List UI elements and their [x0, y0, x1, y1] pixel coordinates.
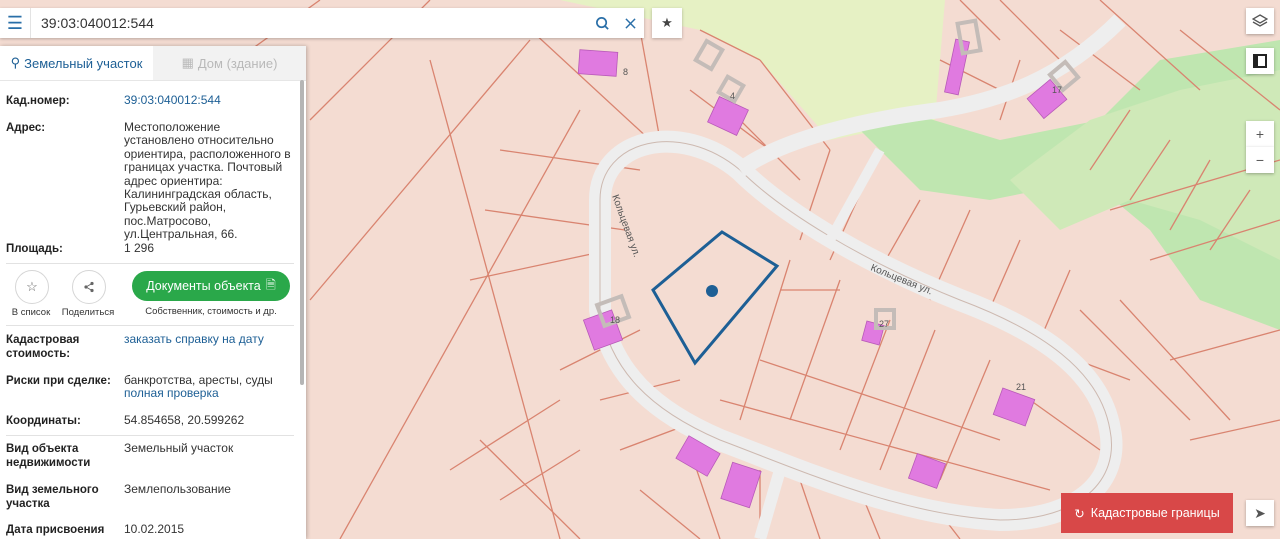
house-number: 8: [623, 67, 628, 77]
boundaries-toggle-icon[interactable]: [1246, 48, 1274, 74]
favorite-star-icon[interactable]: ★: [652, 8, 682, 38]
zoom-out-icon[interactable]: −: [1246, 147, 1274, 173]
land-plot-icon: ⚲: [10, 55, 21, 70]
house-number: 21: [1016, 382, 1026, 392]
to-list-label: В список: [11, 307, 51, 318]
panel-tabs: ⚲ Земельный участок ▦ Дом (здание): [0, 46, 306, 81]
panel-scrollbar[interactable]: [300, 80, 304, 385]
tab-land-plot[interactable]: ⚲ Земельный участок: [0, 46, 153, 80]
layers-icon[interactable]: [1246, 8, 1274, 34]
building-icon: ▦: [181, 55, 194, 70]
divider: [6, 263, 294, 264]
field-label: Вид земельного участка: [6, 484, 99, 510]
house-number: 18: [610, 315, 620, 325]
field-label: Риски при сделке:: [6, 375, 111, 387]
house-number: 17: [1052, 85, 1062, 95]
documents-button[interactable]: Документы объекта 🗎: [132, 271, 290, 301]
divider: [6, 435, 294, 436]
locate-icon[interactable]: ➤: [1246, 500, 1274, 526]
field-label: Адрес:: [6, 122, 46, 134]
coordinates-value: 54.854658, 20.599262: [124, 413, 245, 427]
field-label: Вид объекта недвижимости: [6, 443, 91, 469]
object-type-value: Земельный участок: [124, 441, 234, 455]
field-label: Кадастровая стоимость:: [6, 334, 80, 360]
share-icon[interactable]: [72, 270, 106, 304]
land-type-value: Землепользование: [124, 482, 231, 496]
search-bar: ☰ 39:03:040012:544: [0, 8, 644, 38]
assign-date-value: 10.02.2015: [124, 522, 185, 536]
tab-building[interactable]: ▦ Дом (здание): [153, 46, 306, 80]
building: [577, 49, 619, 77]
search-input[interactable]: 39:03:040012:544: [31, 15, 588, 31]
house-number: 27: [879, 319, 889, 329]
info-panel: ⚲ Земельный участок ▦ Дом (здание) Кад.н…: [0, 46, 306, 539]
address-value: Местоположение установлено относительно …: [124, 120, 291, 242]
add-to-list-star-icon[interactable]: ☆: [15, 270, 49, 304]
field-label: Площадь:: [6, 243, 63, 255]
area-value: 1 296: [124, 241, 155, 255]
menu-icon[interactable]: ☰: [0, 8, 31, 38]
zoom-in-icon[interactable]: +: [1246, 121, 1274, 147]
parcel-center-marker: [706, 285, 718, 297]
divider: [6, 325, 294, 326]
house-number: 4: [730, 91, 735, 101]
documents-subtitle: Собственник, стоимость и др.: [145, 306, 277, 317]
full-check-link[interactable]: полная проверка: [124, 386, 292, 400]
refresh-icon: ↻: [1074, 506, 1085, 521]
kad-number-link[interactable]: 39:03:040012:544: [124, 93, 292, 107]
field-label: Кад.номер:: [6, 95, 70, 107]
field-label: Координаты:: [6, 415, 81, 427]
close-icon[interactable]: [616, 8, 644, 38]
document-icon: 🗎: [265, 277, 276, 292]
share-label: Поделиться: [61, 307, 115, 318]
field-label: Дата присвоения: [6, 524, 105, 536]
cadastral-boundaries-button[interactable]: ↻ Кадастровые границы: [1061, 493, 1233, 533]
order-certificate-link[interactable]: заказать справку на дату: [124, 332, 292, 346]
search-icon[interactable]: [588, 8, 616, 38]
